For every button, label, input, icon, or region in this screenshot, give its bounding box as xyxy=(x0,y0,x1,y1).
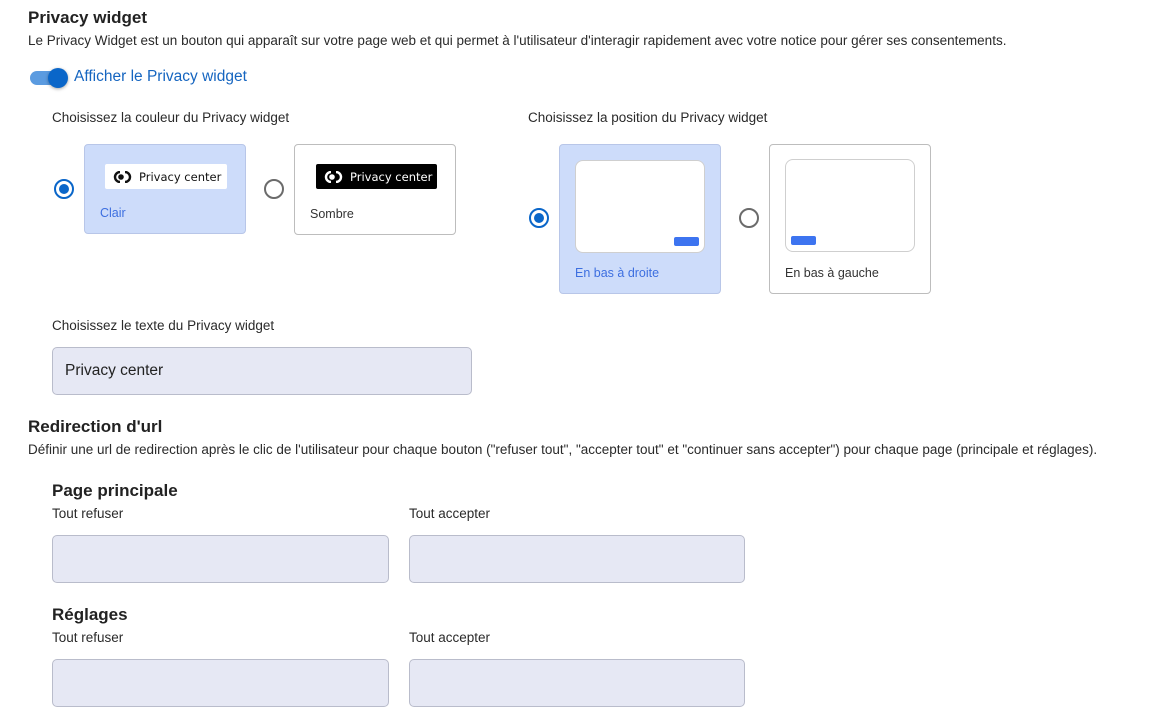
dark-preview-button: Privacy center xyxy=(316,164,437,189)
color-option-light-label: Clair xyxy=(100,206,126,220)
show-widget-toggle-label[interactable]: Afficher le Privacy widget xyxy=(74,68,247,86)
position-option-bottom-left-label: En bas à gauche xyxy=(785,266,879,280)
color-radio-dark[interactable] xyxy=(264,179,284,199)
main-page-title: Page principale xyxy=(52,481,178,500)
settings-page-title: Réglages xyxy=(52,605,128,624)
color-option-light[interactable]: Privacy center Clair xyxy=(84,144,246,234)
main-accept-all-url-input[interactable] xyxy=(409,535,745,583)
widget-text-input[interactable] xyxy=(52,347,472,395)
color-chooser-label: Choisissez la couleur du Privacy widget xyxy=(52,110,290,125)
main-reject-all-url-input[interactable] xyxy=(52,535,389,583)
privacy-center-icon xyxy=(113,170,132,183)
widget-bar-left xyxy=(791,236,816,245)
widget-bar-right xyxy=(674,237,699,246)
color-option-dark[interactable]: Privacy center Sombre xyxy=(294,144,456,235)
position-option-bottom-right-label: En bas à droite xyxy=(575,266,660,280)
settings-accept-all-label: Tout accepter xyxy=(409,630,491,645)
main-reject-all-label: Tout refuser xyxy=(52,506,124,521)
position-option-bottom-right[interactable]: En bas à droite xyxy=(559,144,721,294)
color-radio-light[interactable] xyxy=(54,179,74,199)
privacy-center-icon xyxy=(324,170,343,183)
light-preview-text: Privacy center xyxy=(139,169,222,184)
color-option-dark-label: Sombre xyxy=(310,207,354,221)
redirection-description: Définir une url de redirection après le … xyxy=(28,442,1098,457)
main-accept-all-label: Tout accepter xyxy=(409,506,491,521)
redirection-title: Redirection d'url xyxy=(28,417,163,436)
position-option-bottom-left[interactable]: En bas à gauche xyxy=(769,144,931,294)
position-chooser-label: Choisissez la position du Privacy widget xyxy=(528,110,768,125)
light-preview-button: Privacy center xyxy=(105,164,227,189)
privacy-widget-description: Le Privacy Widget est un bouton qui appa… xyxy=(28,33,1007,48)
dark-preview-text: Privacy center xyxy=(350,169,433,184)
position-radio-bottom-left[interactable] xyxy=(739,208,759,228)
screen-preview xyxy=(785,159,915,252)
settings-reject-all-label: Tout refuser xyxy=(52,630,124,645)
toggle-thumb[interactable] xyxy=(48,68,68,88)
show-widget-toggle[interactable] xyxy=(30,68,70,88)
settings-reject-all-url-input[interactable] xyxy=(52,659,389,707)
privacy-widget-title: Privacy widget xyxy=(28,8,148,27)
widget-text-label: Choisissez le texte du Privacy widget xyxy=(52,318,275,333)
settings-accept-all-url-input[interactable] xyxy=(409,659,745,707)
position-radio-bottom-right[interactable] xyxy=(529,208,549,228)
screen-preview xyxy=(575,160,705,253)
